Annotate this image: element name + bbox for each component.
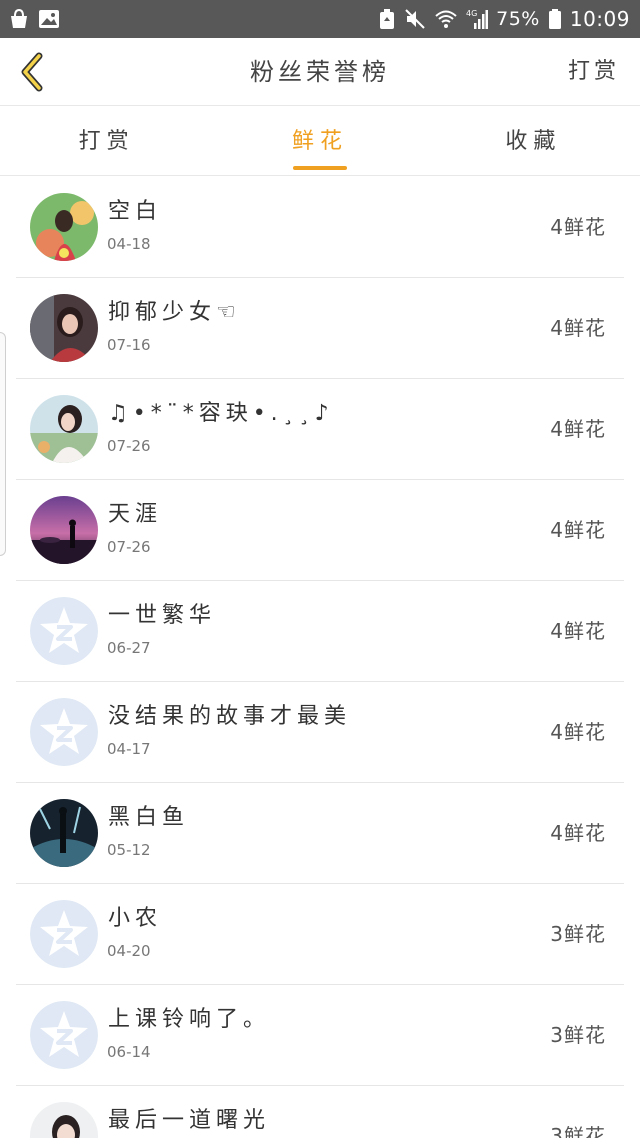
signal-icon: 4G bbox=[466, 8, 489, 30]
fan-name: 最后一道曙光 bbox=[108, 1108, 271, 1133]
reward-action-button[interactable]: 打赏 bbox=[568, 38, 620, 106]
fans-list: 空白 04-18 4鲜花 抑郁少女☜ 07-16 4鲜花 ♫•*¨*容玦•.¸¸… bbox=[0, 177, 640, 1138]
wifi-icon bbox=[434, 9, 458, 29]
fan-date: 04-17 bbox=[107, 740, 151, 758]
list-item[interactable]: 黑白鱼 05-12 4鲜花 bbox=[16, 783, 624, 884]
nav-bar: 粉丝荣誉榜 打赏 bbox=[0, 38, 640, 106]
svg-text:4G: 4G bbox=[466, 9, 477, 18]
page-title: 粉丝荣誉榜 bbox=[250, 58, 390, 86]
fan-name: ♫•*¨*容玦•.¸¸♪ bbox=[108, 401, 334, 426]
list-item[interactable]: 空白 04-18 4鲜花 bbox=[16, 177, 624, 278]
status-time: 10:09 bbox=[569, 7, 630, 31]
fan-name: 黑白鱼 bbox=[108, 805, 190, 830]
flower-count: 4鲜花 bbox=[550, 215, 606, 239]
avatar[interactable] bbox=[30, 1102, 98, 1138]
list-item[interactable]: 最后一道曙光 3鲜花 bbox=[16, 1086, 624, 1138]
avatar[interactable] bbox=[30, 900, 98, 968]
flower-count: 4鲜花 bbox=[550, 518, 606, 542]
flower-count: 4鲜花 bbox=[550, 619, 606, 643]
flower-count: 3鲜花 bbox=[550, 1124, 606, 1138]
avatar[interactable] bbox=[30, 698, 98, 766]
fan-name: 上课铃响了。 bbox=[108, 1007, 271, 1032]
shopping-bag-icon bbox=[8, 8, 30, 30]
default-avatar-icon bbox=[30, 698, 98, 766]
image-icon bbox=[38, 9, 60, 29]
fan-name: 小农 bbox=[108, 906, 163, 931]
default-avatar-icon bbox=[30, 597, 98, 665]
flower-count: 4鲜花 bbox=[550, 316, 606, 340]
flower-count: 4鲜花 bbox=[550, 720, 606, 744]
avatar[interactable] bbox=[30, 597, 98, 665]
list-item[interactable]: 小农 04-20 3鲜花 bbox=[16, 884, 624, 985]
status-left bbox=[8, 8, 60, 30]
fan-name: 没结果的故事才最美 bbox=[108, 704, 352, 729]
avatar[interactable] bbox=[30, 395, 98, 463]
tab-favorites[interactable]: 收藏 bbox=[427, 107, 640, 175]
avatar[interactable] bbox=[30, 294, 98, 362]
fan-name: 空白 bbox=[108, 199, 163, 224]
default-avatar-icon bbox=[30, 1001, 98, 1069]
recycle-icon bbox=[378, 8, 396, 30]
flower-count: 4鲜花 bbox=[550, 417, 606, 441]
list-item[interactable]: 上课铃响了。 06-14 3鲜花 bbox=[16, 985, 624, 1086]
battery-percent: 75% bbox=[496, 8, 540, 30]
back-button[interactable] bbox=[8, 48, 56, 96]
flower-count: 3鲜花 bbox=[550, 922, 606, 946]
avatar[interactable] bbox=[30, 496, 98, 564]
fan-date: 07-26 bbox=[107, 437, 151, 455]
tab-reward[interactable]: 打赏 bbox=[0, 107, 213, 175]
fan-date: 07-26 bbox=[107, 538, 151, 556]
avatar[interactable] bbox=[30, 799, 98, 867]
list-item[interactable]: 没结果的故事才最美 04-17 4鲜花 bbox=[16, 682, 624, 783]
list-item[interactable]: 天涯 07-26 4鲜花 bbox=[16, 480, 624, 581]
fan-date: 06-14 bbox=[107, 1043, 151, 1061]
status-right: 4G 75% 10:09 bbox=[378, 7, 630, 31]
mute-icon bbox=[404, 8, 426, 30]
default-avatar-icon bbox=[30, 900, 98, 968]
avatar[interactable] bbox=[30, 193, 98, 261]
tab-bar: 打赏 鲜花 收藏 bbox=[0, 107, 640, 176]
battery-icon bbox=[548, 8, 562, 30]
status-bar: 4G 75% 10:09 bbox=[0, 0, 640, 38]
list-item[interactable]: ♫•*¨*容玦•.¸¸♪ 07-26 4鲜花 bbox=[16, 379, 624, 480]
tab-flowers[interactable]: 鲜花 bbox=[213, 107, 426, 175]
fan-name: 抑郁少女☜ bbox=[108, 300, 241, 325]
avatar[interactable] bbox=[30, 1001, 98, 1069]
fan-date: 04-20 bbox=[107, 942, 151, 960]
fan-name: 一世繁华 bbox=[108, 603, 217, 628]
flower-count: 3鲜花 bbox=[550, 1023, 606, 1047]
fan-date: 06-27 bbox=[107, 639, 151, 657]
fan-date: 07-16 bbox=[107, 336, 151, 354]
list-item[interactable]: 一世繁华 06-27 4鲜花 bbox=[16, 581, 624, 682]
flower-count: 4鲜花 bbox=[550, 821, 606, 845]
fan-date: 04-18 bbox=[107, 235, 151, 253]
chevron-left-icon bbox=[21, 52, 43, 92]
fan-date: 05-12 bbox=[107, 841, 151, 859]
fan-name: 天涯 bbox=[108, 502, 163, 527]
list-item[interactable]: 抑郁少女☜ 07-16 4鲜花 bbox=[16, 278, 624, 379]
